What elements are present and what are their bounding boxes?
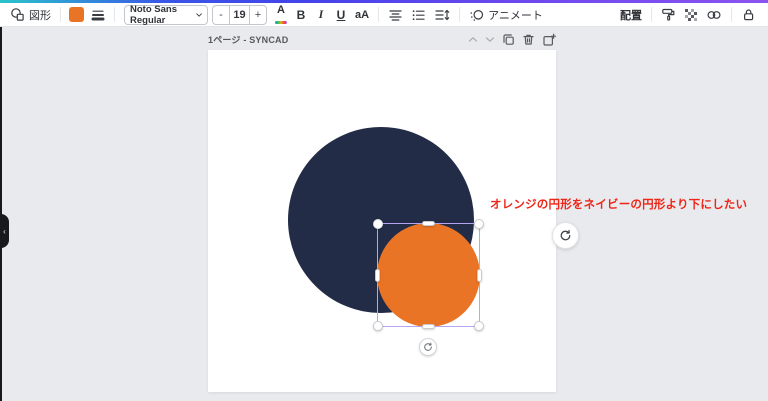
text-color-rainbow-bar bbox=[275, 21, 287, 24]
text-color-icon: A bbox=[277, 5, 285, 16]
panel-collapse-tab[interactable]: ‹ bbox=[0, 214, 9, 248]
arrange-label: 配置 bbox=[620, 7, 642, 23]
transparency-button[interactable] bbox=[680, 5, 702, 25]
separator bbox=[731, 7, 732, 22]
separator bbox=[60, 7, 61, 22]
align-center-icon bbox=[388, 8, 403, 22]
animate-icon bbox=[469, 8, 484, 22]
separator bbox=[114, 7, 115, 22]
chevron-down-icon bbox=[196, 12, 202, 18]
border-weight-button[interactable] bbox=[87, 5, 109, 25]
line-spacing-icon bbox=[434, 8, 450, 22]
bullet-list-icon bbox=[411, 8, 426, 22]
page-bar: 1ページ - SYNCAD bbox=[208, 32, 556, 47]
selection-handle-left[interactable] bbox=[375, 269, 380, 282]
sync-icon bbox=[559, 229, 572, 242]
font-family-select[interactable]: Noto Sans Regular bbox=[124, 5, 208, 25]
list-button[interactable] bbox=[407, 5, 430, 25]
delete-page-button[interactable] bbox=[522, 33, 535, 46]
selected-element[interactable] bbox=[377, 223, 480, 327]
page-title: 1ページ - SYNCAD bbox=[208, 33, 288, 46]
fill-color-swatch[interactable] bbox=[69, 7, 84, 22]
toolbar-right-group: 配置 bbox=[616, 5, 760, 25]
add-page-button[interactable] bbox=[542, 33, 556, 47]
duplicate-page-button[interactable] bbox=[502, 33, 515, 46]
font-size-decrease-button[interactable]: - bbox=[213, 6, 229, 24]
animate-label: アニメート bbox=[488, 7, 543, 23]
separator bbox=[651, 7, 652, 22]
shape-tool-label: 図形 bbox=[29, 7, 51, 23]
chevron-down-icon bbox=[485, 36, 495, 43]
shape-tool-button[interactable]: 図形 bbox=[6, 5, 55, 25]
italic-button[interactable]: I bbox=[311, 5, 331, 25]
move-page-down-button[interactable] bbox=[485, 36, 495, 43]
selection-handle-right[interactable] bbox=[477, 269, 482, 282]
separator bbox=[378, 7, 379, 22]
rotate-handle[interactable] bbox=[419, 338, 437, 356]
font-size-value[interactable]: 19 bbox=[229, 6, 250, 24]
link-button[interactable] bbox=[702, 5, 726, 25]
selection-handle-bottom[interactable] bbox=[422, 324, 435, 329]
design-page[interactable] bbox=[208, 50, 556, 392]
lock-button[interactable] bbox=[737, 5, 760, 25]
sync-button[interactable] bbox=[552, 222, 579, 249]
underline-button[interactable]: U bbox=[331, 5, 351, 25]
selection-handle-bottom-left[interactable] bbox=[373, 321, 383, 331]
duplicate-icon bbox=[502, 33, 515, 46]
transparency-icon bbox=[684, 8, 698, 22]
selection-box bbox=[377, 223, 480, 327]
font-size-increase-button[interactable]: + bbox=[250, 6, 266, 24]
bold-button[interactable]: B bbox=[291, 5, 311, 25]
separator bbox=[459, 7, 460, 22]
selection-handle-top[interactable] bbox=[422, 221, 435, 226]
chevron-up-icon bbox=[468, 36, 478, 43]
animate-button[interactable]: アニメート bbox=[465, 5, 547, 25]
spacing-button[interactable] bbox=[430, 5, 454, 25]
text-align-button[interactable] bbox=[384, 5, 407, 25]
panel-collapse-chevron-icon: ‹ bbox=[3, 227, 6, 236]
text-color-button[interactable]: A bbox=[271, 5, 291, 25]
move-page-up-button[interactable] bbox=[468, 36, 478, 43]
selection-handle-top-right[interactable] bbox=[474, 219, 484, 229]
copy-style-button[interactable] bbox=[657, 5, 680, 25]
link-icon bbox=[706, 8, 722, 22]
font-size-stepper: - 19 + bbox=[212, 5, 267, 25]
trash-icon bbox=[522, 33, 535, 46]
add-page-icon bbox=[542, 33, 556, 47]
page-actions bbox=[468, 33, 556, 47]
arrange-button[interactable]: 配置 bbox=[616, 5, 646, 25]
border-weight-icon bbox=[91, 8, 105, 22]
copy-style-icon bbox=[661, 7, 676, 22]
rotate-handle-icon bbox=[423, 342, 433, 352]
selection-handle-bottom-right[interactable] bbox=[474, 321, 484, 331]
annotation-text: オレンジの円形をネイビーの円形より下にしたい bbox=[490, 196, 747, 212]
workspace: ‹ 1ページ - SYNCAD bbox=[0, 27, 768, 401]
shapes-icon bbox=[10, 7, 25, 22]
letter-case-button[interactable]: aA bbox=[351, 5, 373, 25]
toolbar: 図形 Noto Sans Regular - 19 + A B I U aA bbox=[0, 3, 768, 27]
font-family-value: Noto Sans Regular bbox=[130, 4, 196, 26]
lock-icon bbox=[741, 7, 756, 22]
selection-handle-top-left[interactable] bbox=[373, 219, 383, 229]
